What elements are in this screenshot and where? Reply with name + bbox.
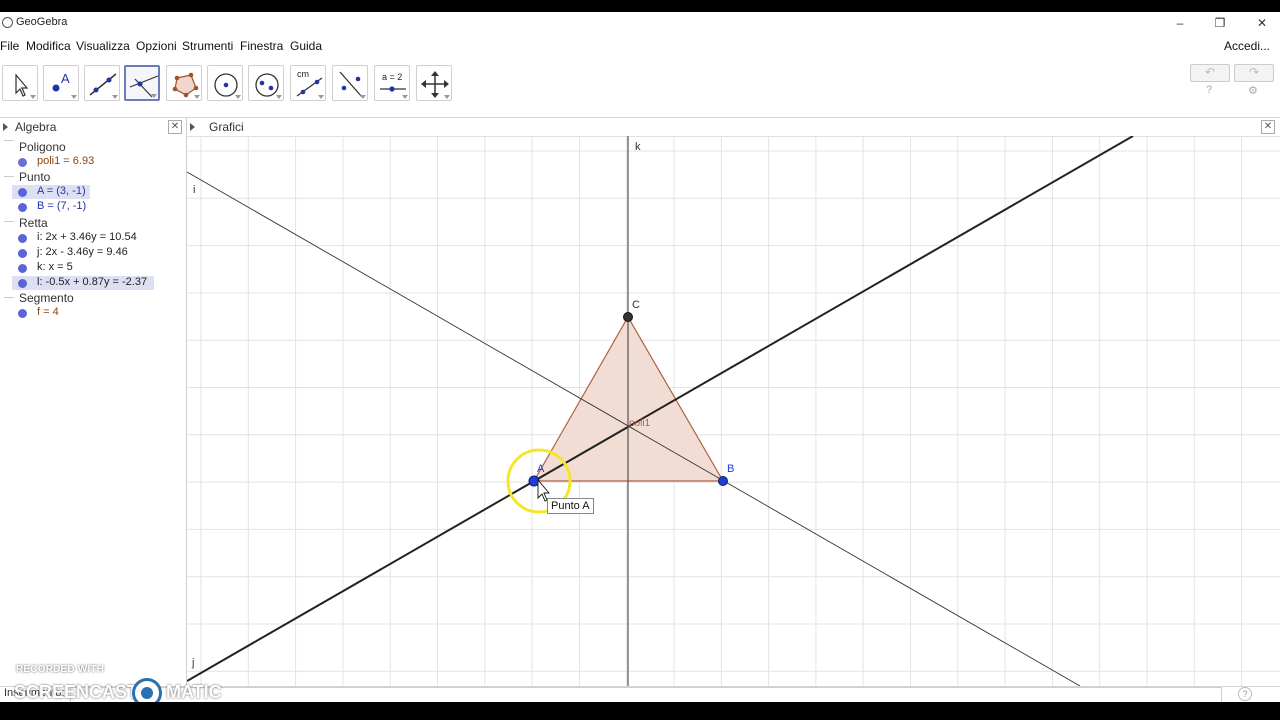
circle-tool-button[interactable] — [207, 65, 243, 101]
menu-finestra[interactable]: Finestra — [240, 39, 283, 53]
undo-button[interactable]: ↶ — [1190, 64, 1230, 82]
algebra-item-point-b[interactable]: B = (7, -1) — [12, 200, 90, 214]
settings-gear-icon[interactable]: ⚙ — [1248, 84, 1258, 97]
visibility-toggle-icon[interactable] — [18, 158, 27, 167]
distance-tool-button[interactable]: cm — [290, 65, 326, 101]
algebra-item-poli1[interactable]: poli1 = 6.93 — [12, 155, 102, 169]
algebra-view: Algebra ✕ Poligono poli1 = 6.93 Punto A … — [0, 118, 187, 686]
maximize-button[interactable]: ❐ — [1198, 12, 1242, 34]
menu-file[interactable]: File — [0, 39, 19, 53]
visibility-toggle-icon[interactable] — [18, 188, 27, 197]
toolbar: A cm a = 2 ↶ ↷ ? ⚙ — [0, 62, 1280, 108]
point-tool-button[interactable]: A — [43, 65, 79, 101]
category-punto[interactable]: Punto — [19, 170, 50, 184]
point-tooltip: Punto A — [547, 498, 594, 514]
grid — [187, 136, 1280, 686]
algebra-close-button[interactable]: ✕ — [168, 120, 182, 134]
menu-bar: File Modifica Visualizza Opzioni Strumen… — [0, 38, 1280, 56]
input-field[interactable] — [70, 687, 1222, 702]
collapse-arrow-icon[interactable] — [190, 123, 195, 131]
label-point-b: B — [727, 463, 734, 475]
category-retta[interactable]: Retta — [19, 216, 48, 230]
visibility-toggle-icon[interactable] — [18, 203, 27, 212]
close-button[interactable]: ✕ — [1240, 12, 1280, 34]
label-point-a: A — [537, 463, 545, 475]
visibility-toggle-icon[interactable] — [18, 309, 27, 318]
graphics-canvas[interactable]: i j k A B C poli1 — [187, 136, 1280, 686]
menu-strumenti[interactable]: Strumenti — [182, 39, 233, 53]
slider-tool-button[interactable]: a = 2 — [374, 65, 410, 101]
move-graphics-tool-button[interactable] — [416, 65, 452, 101]
polygon-tool-button[interactable] — [166, 65, 202, 101]
svg-text:cm: cm — [297, 69, 309, 79]
geogebra-logo-icon — [2, 17, 13, 28]
label-point-c: C — [632, 299, 640, 311]
algebra-item-line-i[interactable]: i: 2x + 3.46y = 10.54 — [12, 231, 152, 245]
label-line-k: k — [635, 141, 641, 153]
label-line-j: j — [191, 657, 194, 669]
point-a[interactable] — [528, 475, 540, 487]
window-title: GeoGebra — [16, 16, 68, 28]
algebra-item-point-a[interactable]: A = (3, -1) — [12, 185, 90, 199]
line-tool-button[interactable] — [84, 65, 120, 101]
ellipse-tool-button[interactable] — [248, 65, 284, 101]
help-icon[interactable]: ? — [1206, 84, 1212, 96]
menu-guida[interactable]: Guida — [290, 39, 322, 53]
algebra-item-line-k[interactable]: k: x = 5 — [12, 261, 152, 275]
graphics-close-button[interactable]: ✕ — [1261, 120, 1275, 134]
title-bar: GeoGebra – ❐ ✕ — [0, 12, 1280, 34]
menu-visualizza[interactable]: Visualizza — [76, 39, 130, 53]
algebra-item-segment-f[interactable]: f = 4 — [12, 306, 72, 320]
menu-modifica[interactable]: Modifica — [26, 39, 71, 53]
line-i[interactable] — [187, 171, 1081, 686]
label-line-i: i — [193, 184, 195, 196]
visibility-toggle-icon[interactable] — [18, 279, 27, 288]
perpendicular-line-tool-button[interactable] — [124, 65, 160, 101]
redo-button[interactable]: ↷ — [1234, 64, 1274, 82]
watermark-line2b: MATIC — [166, 682, 222, 702]
collapse-arrow-icon[interactable] — [3, 123, 8, 131]
svg-text:A: A — [61, 71, 70, 86]
category-segmento[interactable]: Segmento — [19, 291, 74, 305]
graphics-title: Grafici — [209, 120, 244, 134]
point-c[interactable] — [623, 312, 633, 322]
geogebra-window: GeoGebra – ❐ ✕ File Modifica Visualizza … — [0, 12, 1280, 702]
menu-opzioni[interactable]: Opzioni — [136, 39, 177, 53]
algebra-title: Algebra — [15, 120, 57, 134]
watermark-line1: RECORDED WITH — [16, 664, 105, 675]
label-polygon: poli1 — [629, 418, 651, 429]
reflect-tool-button[interactable] — [332, 65, 368, 101]
input-help-icon[interactable]: ? — [1238, 687, 1252, 701]
algebra-item-line-j[interactable]: j: 2x - 3.46y = 9.46 — [12, 246, 152, 260]
minimize-button[interactable]: – — [1158, 12, 1202, 34]
graphics-view[interactable]: Grafici ✕ i j k A B C poli1 Punto A — [187, 118, 1280, 686]
watermark-line2a: SCREENCAST — [14, 682, 139, 702]
algebra-item-line-l[interactable]: l: -0.5x + 0.87y = -2.37 — [12, 276, 154, 290]
algebra-header: Algebra ✕ — [0, 118, 186, 136]
signin-link[interactable]: Accedi... — [1224, 39, 1270, 53]
move-tool-button[interactable] — [2, 65, 38, 101]
point-b[interactable] — [718, 476, 728, 486]
svg-text:a = 2: a = 2 — [382, 72, 402, 82]
visibility-toggle-icon[interactable] — [18, 249, 27, 258]
line-l[interactable] — [187, 136, 1134, 682]
screencast-logo-icon — [132, 678, 162, 702]
visibility-toggle-icon[interactable] — [18, 234, 27, 243]
graphics-header: Grafici ✕ — [187, 118, 1280, 137]
visibility-toggle-icon[interactable] — [18, 264, 27, 273]
category-poligono[interactable]: Poligono — [19, 140, 66, 154]
